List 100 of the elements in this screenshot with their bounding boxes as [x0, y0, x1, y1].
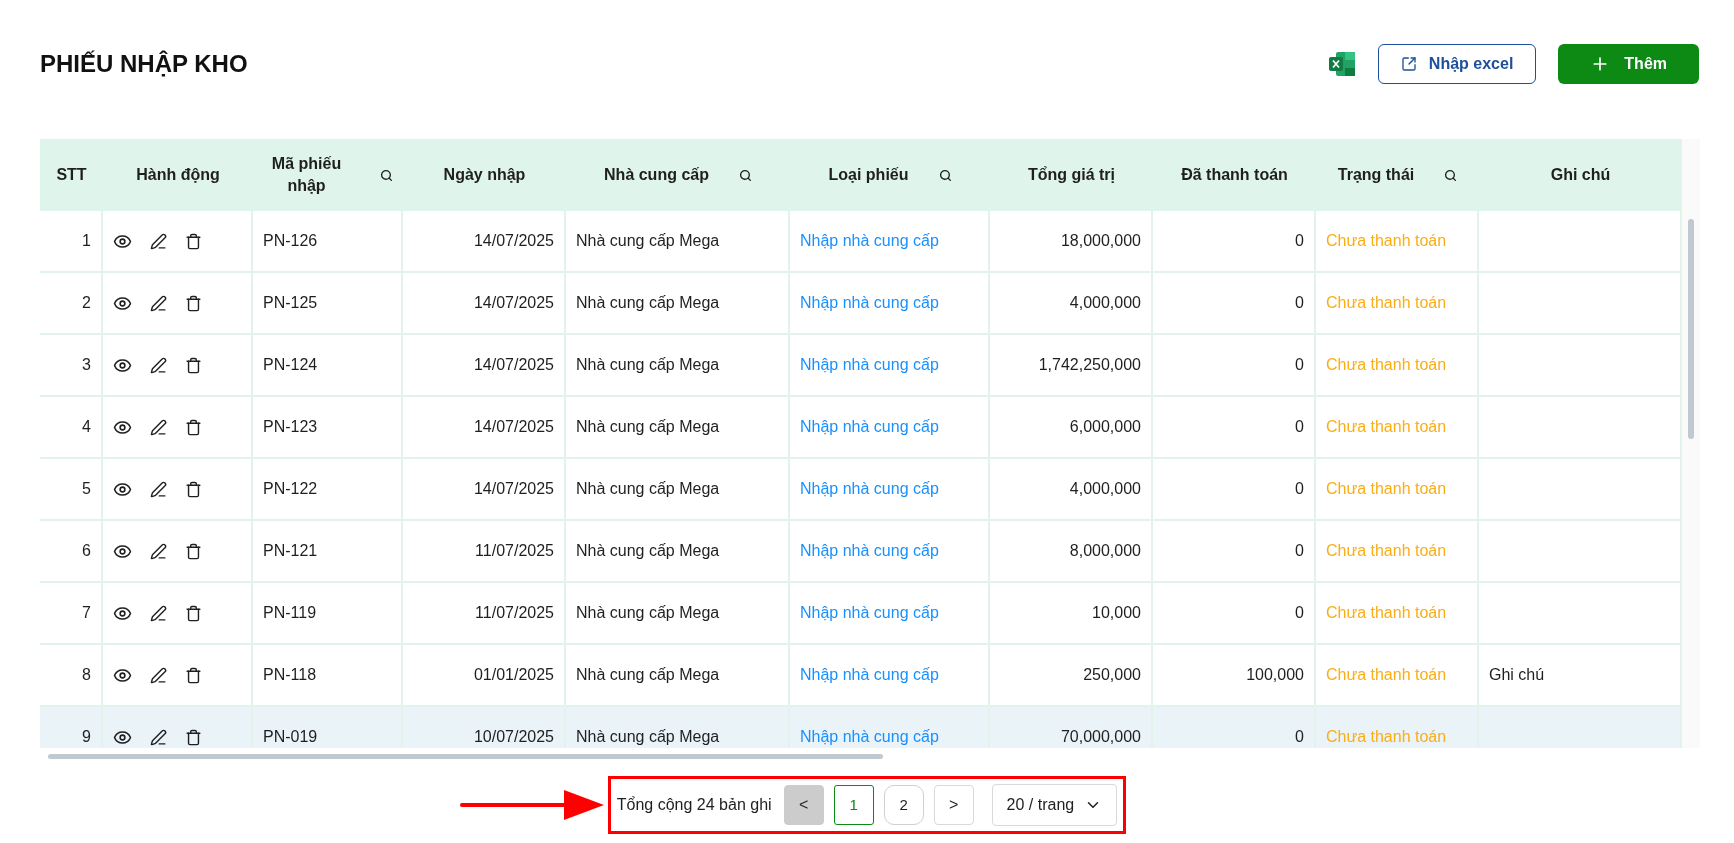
table-cell-text: 0 [1295, 417, 1304, 437]
spreadsheet-icon[interactable] [1327, 51, 1356, 77]
horizontal-scrollbar[interactable] [48, 754, 883, 759]
table-cell-text: 100,000 [1246, 665, 1304, 685]
delete-icon[interactable] [185, 356, 202, 374]
column-header: STT [56, 165, 87, 185]
edit-icon[interactable] [150, 418, 167, 436]
import-excel-button[interactable]: Nhập excel [1377, 44, 1537, 84]
table-row[interactable]: 3 PN-124 14/07/2025 Nhà cung cấp Mega Nhập nhà cung cấp 1,742,250,000 0 Chưa thanh toán [40, 335, 1682, 397]
table-cell-text: 10/07/2025 [473, 727, 554, 747]
table-cell-text: 14/07/2025 [473, 417, 554, 437]
table-cell-text: 11/07/2025 [475, 541, 554, 561]
table-cell-text: 4,000,000 [1069, 479, 1141, 499]
table-cell-text: 7 [82, 603, 91, 623]
search-icon[interactable] [380, 168, 393, 182]
table-row[interactable]: 9 PN-019 10/07/2025 Nhà cung cấp Mega Nhập nhà cung cấp 70,000,000 0 Chưa thanh toán [40, 707, 1682, 748]
search-icon[interactable] [938, 168, 952, 182]
table-cell-text: 0 [1295, 603, 1304, 623]
table-cell-text: Nhập nhà cung cấp [800, 231, 939, 251]
table-row[interactable]: 6 PN-121 11/07/2025 Nhà cung cấp Mega Nhập nhà cung cấp 8,000,000 0 Chưa thanh toán [40, 521, 1682, 583]
delete-icon[interactable] [185, 418, 202, 436]
column-header: Loại phiếu [828, 165, 909, 185]
table-cell-text: 01/01/2025 [473, 665, 554, 685]
table-cell-text: 1 [82, 231, 91, 251]
table-cell-text: 0 [1295, 541, 1304, 561]
table-cell-text: 1,742,250,000 [1038, 355, 1141, 375]
table-cell-text: Chưa thanh toán [1326, 293, 1447, 313]
delete-icon[interactable] [185, 604, 202, 622]
table-cell-text: PN-119 [263, 603, 317, 623]
table-row[interactable]: 2 PN-125 14/07/2025 Nhà cung cấp Mega Nhập nhà cung cấp 4,000,000 0 Chưa thanh toán [40, 273, 1682, 335]
table-cell-text: Nhà cung cấp Mega [576, 541, 720, 561]
table-row[interactable]: 7 PN-119 11/07/2025 Nhà cung cấp Mega Nhập nhà cung cấp 10,000 0 Chưa thanh toán [40, 583, 1682, 645]
page-button[interactable]: 2 [883, 785, 924, 825]
column-header: Nhà cung cấp [604, 165, 709, 185]
table-cell-text: PN-122 [263, 479, 318, 499]
table-cell-text: Nhập nhà cung cấp [800, 355, 939, 375]
table-cell-text: Nhà cung cấp Mega [576, 479, 720, 499]
table-cell-text: Nhà cung cấp Mega [576, 355, 720, 375]
delete-icon[interactable] [185, 666, 202, 684]
column-header: Tổng giá trị [1027, 165, 1116, 185]
edit-icon[interactable] [150, 294, 167, 312]
edit-icon[interactable] [150, 542, 167, 560]
search-icon[interactable] [1444, 168, 1458, 182]
table-cell-text: 250,000 [1083, 665, 1141, 685]
column-header: Ngày nhập [443, 165, 526, 185]
delete-icon[interactable] [185, 232, 202, 250]
table-cell-text: 0 [1295, 293, 1304, 313]
edit-icon[interactable] [150, 666, 167, 684]
search-icon[interactable] [738, 168, 752, 182]
table-cell-text: Nhà cung cấp Mega [576, 603, 720, 623]
edit-icon[interactable] [150, 604, 167, 622]
page-button[interactable]: 1 [833, 785, 874, 825]
table-cell-text: Ghi chú [1489, 665, 1545, 685]
table-cell-text: 0 [1295, 355, 1304, 375]
table-row[interactable]: 5 PN-122 14/07/2025 Nhà cung cấp Mega Nhập nhà cung cấp 4,000,000 0 Chưa thanh toán [40, 459, 1682, 521]
delete-icon[interactable] [185, 728, 202, 746]
column-header: Trạng thái [1337, 165, 1415, 185]
table-cell-text: Chưa thanh toán [1326, 603, 1447, 623]
table-cell-text: PN-121 [263, 541, 318, 561]
table-cell-text: Chưa thanh toán [1326, 355, 1447, 375]
table-cell-text: Nhập nhà cung cấp [800, 293, 939, 313]
table-cell-text: 4,000,000 [1069, 293, 1141, 313]
table-cell-text: 5 [82, 479, 91, 499]
table-cell-text: 14/07/2025 [473, 231, 554, 251]
total-records-text: Tổng cộng 24 bản ghi [616, 795, 772, 815]
table-cell-text: Nhà cung cấp Mega [576, 727, 720, 747]
table-cell-text: 0 [1295, 231, 1304, 251]
table-cell-text: Chưa thanh toán [1326, 479, 1447, 499]
edit-icon[interactable] [150, 480, 167, 498]
vertical-scrollbar[interactable] [1688, 219, 1694, 439]
table-cell-text: Chưa thanh toán [1326, 541, 1447, 561]
table-cell-text: 3 [82, 355, 91, 375]
add-button[interactable]: Thêm [1558, 44, 1699, 84]
table-cell-text: 8 [82, 665, 91, 685]
table-cell-text: 10,000 [1092, 603, 1141, 623]
table-row[interactable]: 8 PN-118 01/01/2025 Nhà cung cấp Mega Nhập nhà cung cấp 250,000 100,000 Chưa thanh toán Ghi chú [40, 645, 1682, 707]
table-cell-text: 14/07/2025 [473, 355, 554, 375]
delete-icon[interactable] [185, 542, 202, 560]
table-cell-text: Chưa thanh toán [1326, 727, 1447, 747]
page-size-select[interactable]: 20 / trang [991, 784, 1118, 826]
next-page-button[interactable]: > [933, 785, 974, 825]
delete-icon[interactable] [185, 294, 202, 312]
table-cell-text: Chưa thanh toán [1326, 417, 1447, 437]
table-row[interactable]: 1 PN-126 14/07/2025 Nhà cung cấp Mega Nhập nhà cung cấp 18,000,000 0 Chưa thanh toán [40, 211, 1682, 273]
table-cell-text: Nhập nhà cung cấp [800, 541, 939, 561]
table-cell-text: 6,000,000 [1069, 417, 1141, 437]
column-header: Ghi chú [1550, 165, 1611, 185]
table-cell-text: Nhập nhà cung cấp [800, 727, 939, 747]
table-cell-text: 14/07/2025 [473, 293, 554, 313]
edit-icon[interactable] [150, 356, 167, 374]
table-cell-text: Chưa thanh toán [1326, 231, 1447, 251]
edit-icon[interactable] [150, 728, 167, 746]
column-header: Mã phiếu nhập [270, 154, 343, 196]
table-cell-text: Nhập nhà cung cấp [800, 479, 939, 499]
edit-icon[interactable] [150, 232, 167, 250]
table-cell-text: 2 [82, 293, 91, 313]
table-cell-text: 0 [1295, 479, 1304, 499]
table-row[interactable]: 4 PN-123 14/07/2025 Nhà cung cấp Mega Nhập nhà cung cấp 6,000,000 0 Chưa thanh toán [40, 397, 1682, 459]
delete-icon[interactable] [185, 480, 202, 498]
table-cell-text: Nhà cung cấp Mega [576, 231, 720, 251]
